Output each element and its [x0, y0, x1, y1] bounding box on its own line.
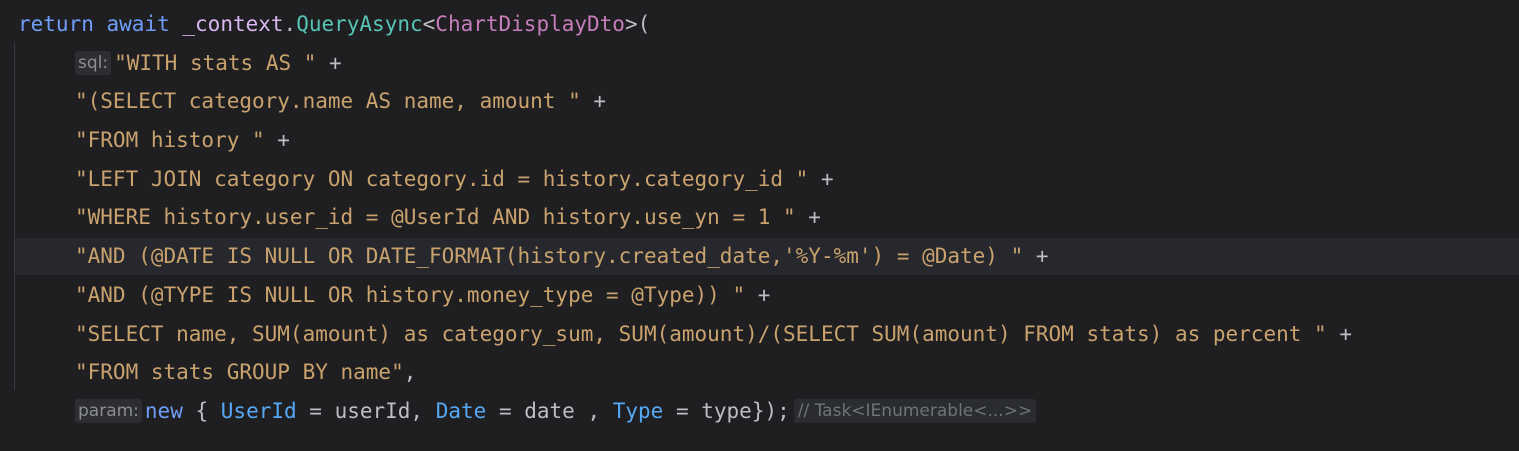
type-assignment: = type}); — [663, 399, 790, 423]
context-field: _context — [182, 12, 284, 36]
code-line-9[interactable]: "SELECT name, SUM(amount) as category_su… — [75, 315, 1352, 354]
return-keyword: return — [18, 12, 94, 36]
sql-string-literal: "WHERE history.user_id = @UserId AND his… — [75, 205, 796, 229]
plus-operator: + — [580, 89, 607, 113]
plus-operator: + — [808, 167, 834, 191]
sql-string-literal: "SELECT name, SUM(amount) as category_su… — [75, 322, 1327, 346]
code-line-11[interactable]: param: new { UserId = userId, Date = date… — [75, 392, 1037, 431]
dot-operator: . — [283, 12, 297, 36]
userid-property: UserId — [220, 399, 297, 423]
code-line-4[interactable]: "FROM history " + — [75, 121, 290, 160]
sql-string-literal: "FROM history " — [75, 128, 265, 152]
code-line-6[interactable]: "WHERE history.user_id = @UserId AND his… — [75, 198, 821, 237]
new-keyword: new — [144, 399, 183, 423]
date-property: Date — [435, 399, 487, 423]
code-line-2[interactable]: sql: "WITH stats AS " + — [75, 44, 342, 83]
plus-operator: + — [316, 51, 342, 75]
userid-assignment: = userId, — [296, 399, 436, 423]
parameter-hint-param: param: — [75, 399, 142, 423]
code-line-10[interactable]: "FROM stats GROUP BY name", — [75, 353, 416, 392]
close-angle-paren: >( — [624, 12, 651, 36]
code-line-1[interactable]: return await _context.QueryAsync<ChartDi… — [18, 5, 650, 44]
sql-string-literal: "(SELECT category.name AS name, amount " — [75, 89, 581, 113]
date-assignment: = date , — [486, 399, 613, 423]
sql-string-literal: "AND (@TYPE IS NULL OR history.money_typ… — [75, 283, 746, 307]
plus-operator: + — [1326, 322, 1352, 346]
plus-operator: + — [745, 283, 771, 307]
sql-string-literal: "WITH stats AS " — [114, 51, 317, 75]
open-brace: { — [182, 399, 221, 423]
return-type-hint: // Task<IEnumerable<...>> — [793, 399, 1037, 423]
open-angle: < — [422, 12, 436, 36]
plus-operator: + — [1023, 244, 1049, 268]
code-line-8[interactable]: "AND (@TYPE IS NULL OR history.money_typ… — [75, 276, 770, 315]
code-line-7[interactable]: "AND (@DATE IS NULL OR DATE_FORMAT(histo… — [75, 237, 1049, 276]
sql-string-literal: "FROM stats GROUP BY name" — [75, 360, 404, 384]
type-property: Type — [612, 399, 664, 423]
sql-string-literal: "LEFT JOIN category ON category.id = his… — [75, 167, 809, 191]
code-line-3[interactable]: "(SELECT category.name AS name, amount "… — [75, 82, 606, 121]
code-editor[interactable]: return await _context.QueryAsync<ChartDi… — [0, 0, 1519, 451]
type-argument: ChartDisplayDto — [435, 12, 625, 36]
indent-guide — [14, 43, 15, 390]
comma-operator: , — [403, 360, 417, 384]
plus-operator: + — [795, 205, 821, 229]
code-line-5[interactable]: "LEFT JOIN category ON category.id = his… — [75, 160, 834, 199]
sql-string-literal: "AND (@DATE IS NULL OR DATE_FORMAT(histo… — [75, 244, 1024, 268]
parameter-hint-sql: sql: — [75, 51, 112, 75]
query-async-method: QueryAsync — [296, 12, 423, 36]
await-keyword: await — [106, 12, 170, 36]
plus-operator: + — [264, 128, 290, 152]
